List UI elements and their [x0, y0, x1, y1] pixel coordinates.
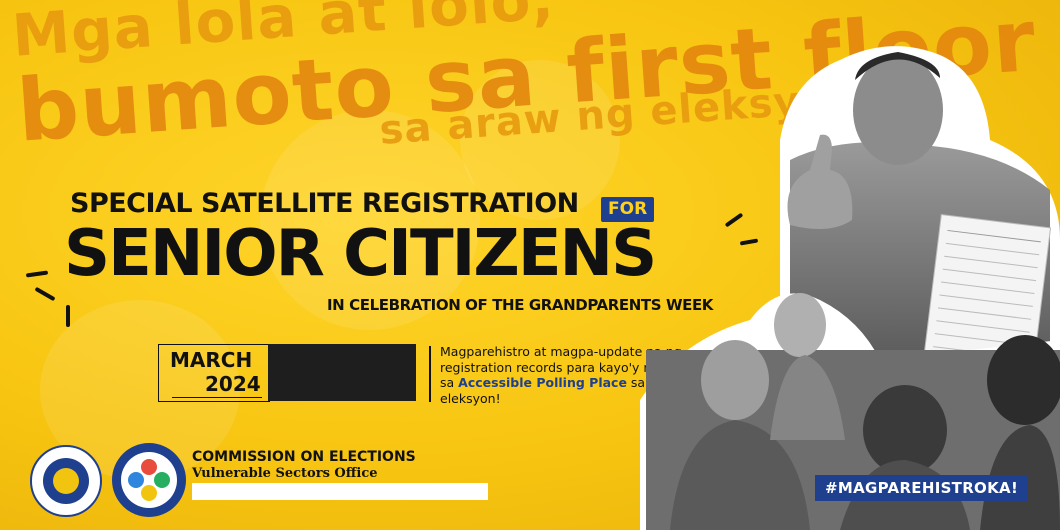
- org-office: Vulnerable Sectors Office: [192, 466, 378, 481]
- spark-dash: [25, 270, 49, 278]
- description-highlight: Accessible Polling Place: [458, 375, 627, 390]
- spark-dash: [66, 305, 70, 327]
- photo-collage: [640, 46, 1060, 530]
- logo-petal: [141, 459, 157, 475]
- redacted-bar: [192, 483, 488, 500]
- elderly-woman-head: [701, 340, 769, 420]
- hashtag-banner: #MAGPAREHISTROKA!: [815, 475, 1029, 501]
- date-underline: [172, 397, 262, 398]
- logo-petal: [141, 485, 157, 501]
- headline-line-2: SENIOR CITIZENS: [64, 217, 657, 291]
- headline-line-1: SPECIAL SATELLITE REGISTRATION: [70, 188, 579, 219]
- date-month: MARCH: [170, 348, 253, 372]
- poster: Mga lola at lolo, bumoto sa first floor …: [0, 0, 1060, 530]
- man-right-head: [987, 335, 1060, 425]
- seal-sun: [53, 468, 79, 494]
- comelec-seal-icon: [30, 445, 102, 517]
- man-head: [853, 55, 943, 165]
- vso-logo-icon: [112, 443, 186, 517]
- description-rule: [429, 346, 431, 402]
- redacted-date-block: [268, 344, 416, 401]
- org-name: COMMISSION ON ELECTIONS: [192, 449, 416, 465]
- logo-petal: [154, 472, 170, 488]
- date-year: 2024: [205, 372, 261, 396]
- spark-dash: [34, 286, 56, 302]
- logo-petal: [128, 472, 144, 488]
- elderly-man-head: [774, 293, 826, 357]
